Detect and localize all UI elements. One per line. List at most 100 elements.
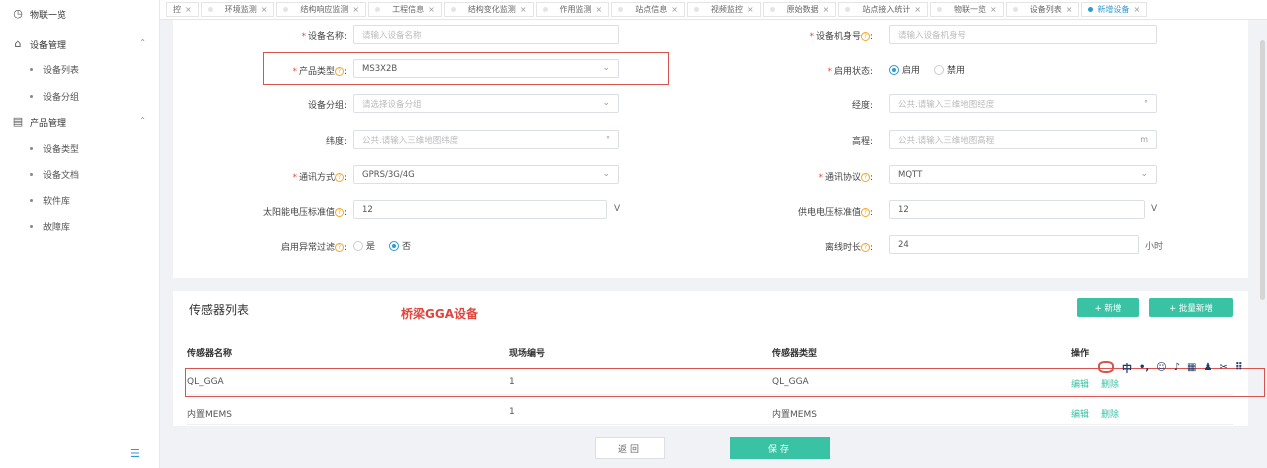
- tab-raw-data[interactable]: 原始数据 ×: [762, 2, 837, 17]
- chevron-down-icon: ⌄: [602, 98, 610, 108]
- batch-add-sensor-button[interactable]: + 批量新增: [1149, 298, 1233, 317]
- save-button[interactable]: 保存: [730, 437, 830, 459]
- tab-device-list[interactable]: 设备列表 ×: [1005, 2, 1080, 17]
- sidebar-item-label: 设备分组: [43, 92, 80, 103]
- ime-menu-icon[interactable]: ⠿: [1235, 362, 1243, 373]
- device-serial-label: * 设备机身号?:: [809, 32, 873, 42]
- elevation-input[interactable]: 公共.请输入三维地图高程 m: [889, 130, 1157, 149]
- ime-keyboard-icon[interactable]: ▦: [1187, 362, 1196, 373]
- close-icon[interactable]: ×: [990, 5, 997, 14]
- close-icon[interactable]: ×: [596, 5, 603, 14]
- comm-mode-select[interactable]: GPRS/3G/4G ⌄: [353, 165, 619, 184]
- tab-bar: 控 × 环境监测 × 结构响应监测 × 工程信息 × 结构变化监测 × 作用监测 × 站点信…: [160, 0, 1267, 20]
- tab-status-dot: [937, 7, 943, 12]
- close-icon[interactable]: ×: [1066, 5, 1073, 14]
- ime-punctuation-icon[interactable]: •,: [1139, 362, 1149, 373]
- tab-control[interactable]: 控 ×: [166, 2, 199, 17]
- grid-icon: ▤: [12, 115, 24, 128]
- bullet-icon: [30, 198, 33, 202]
- sidebar-item-device-docs[interactable]: 设备文档: [0, 162, 160, 186]
- tab-site-stats[interactable]: 站点接入统计 ×: [838, 2, 929, 17]
- ime-user-icon[interactable]: ♟: [1203, 362, 1212, 373]
- tab-status-dot: [693, 7, 699, 12]
- highlight-box: [263, 52, 669, 85]
- tab-structure-response[interactable]: 结构响应监测 ×: [276, 2, 367, 17]
- comm-protocol-select[interactable]: MQTT ⌄: [889, 165, 1157, 184]
- ime-chinese-icon[interactable]: 中: [1122, 360, 1132, 375]
- tab-iot-overview[interactable]: 物联一览 ×: [930, 2, 1004, 17]
- vertical-scrollbar[interactable]: [1260, 40, 1265, 300]
- tab-project-info[interactable]: 工程信息 ×: [368, 2, 442, 17]
- edit-link[interactable]: 编辑: [1071, 410, 1089, 420]
- sidebar-item-device-type[interactable]: 设备类型: [0, 136, 160, 160]
- tab-structure-change[interactable]: 结构变化监测 ×: [443, 2, 534, 17]
- collapse-menu-icon[interactable]: ☰: [130, 447, 140, 460]
- tab-video[interactable]: 视频监控 ×: [686, 2, 761, 17]
- tab-action-monitor[interactable]: 作用监测 ×: [535, 2, 610, 17]
- solar-voltage-label: 太阳能电压标准值?:: [262, 208, 347, 218]
- close-icon[interactable]: ×: [1133, 5, 1140, 14]
- close-icon[interactable]: ×: [428, 5, 435, 14]
- anomaly-filter-no-option[interactable]: 否: [389, 239, 411, 252]
- supply-voltage-input[interactable]: 12: [889, 200, 1145, 219]
- close-icon[interactable]: ×: [185, 5, 192, 14]
- longitude-input[interactable]: 公共.请输入三维地图经度 °: [889, 94, 1157, 113]
- table-row: 内置MEMS 1 内置MEMS 编辑 删除: [187, 399, 1233, 425]
- ime-emoji-icon[interactable]: ☺: [1156, 362, 1166, 373]
- delete-link[interactable]: 删除: [1101, 410, 1119, 420]
- close-icon[interactable]: ×: [823, 5, 830, 14]
- close-icon[interactable]: ×: [261, 5, 268, 14]
- close-icon[interactable]: ×: [671, 5, 678, 14]
- device-form: * 设备名称: 请输入设备名称 * 设备机身号?: 请输入设备机身号 * 产品类型?:…: [173, 20, 1248, 278]
- tab-add-device[interactable]: 新增设备 ×: [1081, 2, 1148, 17]
- sidebar-item-device-list[interactable]: 设备列表: [0, 57, 160, 81]
- tab-label: 结构响应监测: [300, 5, 349, 14]
- sensor-name-cell: 内置MEMS: [187, 410, 232, 420]
- sidebar-item-label: 物联一览: [30, 10, 67, 21]
- add-sensor-button[interactable]: + 新增: [1077, 298, 1139, 317]
- offline-duration-input[interactable]: 24: [889, 235, 1139, 254]
- disable-option[interactable]: 禁用: [934, 63, 965, 76]
- chevron-up-icon: ⌃: [139, 38, 146, 47]
- latitude-label: 纬度:: [325, 137, 347, 147]
- sidebar-item-label: 设备列表: [43, 65, 80, 76]
- tab-label: 站点接入统计: [862, 5, 911, 14]
- sidebar-item-software-library[interactable]: 软件库: [0, 188, 160, 212]
- sidebar-group-device-management[interactable]: ⌂ 设备管理 ⌃: [0, 31, 160, 57]
- tab-environment[interactable]: 环境监测 ×: [200, 2, 275, 17]
- sidebar-item-fault-library[interactable]: 故障库: [0, 214, 160, 238]
- device-group-label: 设备分组:: [307, 101, 347, 111]
- column-header: 传感器类型: [772, 349, 818, 359]
- close-icon[interactable]: ×: [914, 5, 921, 14]
- tab-site-info[interactable]: 站点信息 ×: [611, 2, 685, 17]
- close-icon[interactable]: ×: [747, 5, 754, 14]
- radio-checked-icon: [889, 64, 899, 75]
- bullet-icon: [30, 67, 33, 71]
- enable-option[interactable]: 启用: [889, 63, 920, 76]
- ime-tools-icon[interactable]: ✂: [1219, 362, 1227, 373]
- tab-status-dot: [845, 7, 851, 12]
- sidebar-group-product-management[interactable]: ▤ 产品管理 ⌃: [0, 109, 160, 135]
- tab-label: 原始数据: [786, 5, 819, 14]
- sidebar-item-label: 软件库: [43, 196, 71, 207]
- device-group-select[interactable]: 请选择设备分组 ⌄: [353, 94, 619, 113]
- anomaly-filter-yes-option[interactable]: 是: [353, 239, 375, 252]
- help-icon: ?: [860, 208, 870, 217]
- device-name-input[interactable]: 请输入设备名称: [353, 25, 619, 44]
- sidebar-item-device-group[interactable]: 设备分组: [0, 84, 160, 108]
- back-button[interactable]: 返回: [595, 437, 665, 459]
- help-icon: ?: [334, 173, 344, 182]
- latitude-input[interactable]: 公共.请输入三维地图纬度 °: [353, 130, 619, 149]
- offline-duration-label: 离线时长?:: [824, 243, 873, 253]
- device-serial-input[interactable]: 请输入设备机身号: [889, 25, 1157, 44]
- close-icon[interactable]: ×: [352, 5, 359, 14]
- tab-status-dot: [450, 7, 456, 12]
- sidebar-item-iot-overview[interactable]: ◷ 物联一览: [0, 0, 160, 28]
- tab-status-dot: [283, 7, 289, 12]
- ime-voice-icon[interactable]: ♪: [1174, 362, 1180, 373]
- sensor-list-title: 传感器列表: [189, 303, 250, 317]
- close-icon[interactable]: ×: [520, 5, 527, 14]
- help-icon: ?: [334, 208, 344, 217]
- ime-logo-icon[interactable]: [1098, 361, 1114, 373]
- solar-voltage-input[interactable]: 12: [353, 200, 607, 219]
